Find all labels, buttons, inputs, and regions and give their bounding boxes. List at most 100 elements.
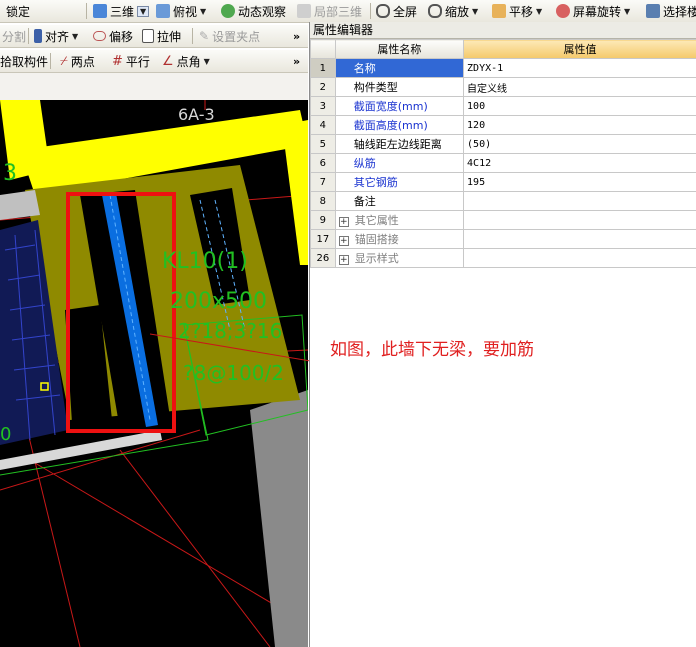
floor-slab [250,390,308,647]
align-button[interactable]: 对齐 ▼ [34,25,78,47]
table-row[interactable]: 8 备注 [310,191,696,211]
toolbar-overflow-icon[interactable]: » [293,25,300,47]
view3d-dropdown-icon[interactable]: ▼ [137,5,150,17]
magnifier-icon [428,4,442,18]
expand-icon[interactable]: + [338,255,349,265]
local3d-label: 局部三维 [314,4,363,19]
row-index: 4 [310,115,336,135]
lock-button[interactable]: 锁定 [6,0,30,22]
header-value-cell: 属性值 [463,39,696,59]
toolbar-separator [192,28,193,44]
view3d-button[interactable]: 三维 ▼ [93,0,150,22]
parallel-button[interactable]: # 平行 [112,50,150,72]
row-index: 7 [310,172,336,192]
property-name[interactable]: 截面宽度(mm) [334,96,465,116]
pan-label: 平移 [509,4,534,19]
table-row[interactable]: 2 构件类型 自定义线 [310,77,696,97]
draw-toolbar: 拾取构件 ⌿ 两点 # 平行 ∠ 点角 ▼ » [0,50,308,73]
table-row[interactable]: 6 纵筋 4C12 [310,153,696,173]
yellow-beam [282,120,308,265]
property-group[interactable]: + 锚固搭接 [334,229,465,249]
set-grip-button[interactable]: ✎ 设置夹点 [199,25,260,47]
header-index-cell [310,39,336,59]
offset-button[interactable]: 偏移 [93,25,133,47]
property-name[interactable]: 其它钢筋 [334,172,465,192]
chevron-down-icon[interactable]: ▼ [204,57,210,66]
table-row[interactable]: 4 截面高度(mm) 120 [310,115,696,135]
row-index: 5 [310,134,336,154]
pick-component-button[interactable]: 拾取构件 [0,50,48,72]
rotate-icon [556,4,570,18]
chevron-down-icon[interactable]: ▼ [536,7,542,16]
select-floor-label: 选择楼 [663,4,696,19]
zoom-button[interactable]: 缩放 ▼ [428,0,478,22]
table-row[interactable]: 9 + 其它属性 [310,210,696,230]
property-group[interactable]: + 显示样式 [334,248,465,268]
property-value[interactable]: 4C12 [463,153,696,173]
toolbar-separator [28,28,29,44]
floor-icon [646,4,660,18]
property-name[interactable]: 轴线距左边线距离 [334,134,465,154]
property-value[interactable]: 自定义线 [463,77,696,97]
canvas-header-strip [0,73,308,100]
point-angle-label: 点角 [176,54,201,69]
beam-name-label: KL10(1) [162,249,248,274]
property-name[interactable]: 备注 [334,191,465,211]
two-point-button[interactable]: ⌿ 两点 [60,50,95,72]
fullscreen-label: 全屏 [393,4,418,19]
stretch-button[interactable]: 拉伸 [142,25,181,47]
property-value[interactable]: 120 [463,115,696,135]
property-value[interactable] [463,191,696,211]
property-name[interactable]: 纵筋 [334,153,465,173]
panel-title: 属性编辑器 [310,22,696,39]
property-group[interactable]: + 其它属性 [334,210,465,230]
property-value[interactable]: (50) [463,134,696,154]
property-value [463,248,696,268]
property-value[interactable]: 100 [463,96,696,116]
table-row[interactable]: 3 截面宽度(mm) 100 [310,96,696,116]
table-row[interactable]: 1 名称 ZDYX-1 [310,58,696,78]
property-name: 锚固搭接 [354,233,399,246]
point-angle-button[interactable]: ∠ 点角 ▼ [162,50,210,72]
pan-button[interactable]: 平移 ▼ [492,0,542,22]
orbit-icon [221,4,235,18]
hand-icon [492,4,506,18]
left-label: 3 [3,161,17,186]
header-name-cell: 属性名称 [334,39,465,59]
local3d-button[interactable]: 局部三维 [297,0,362,22]
chevron-down-icon[interactable]: ▼ [624,7,630,16]
dynamic-view-label: 动态观察 [238,4,287,19]
table-row[interactable]: 5 轴线距左边线距离 (50) [310,134,696,154]
split-button[interactable]: 分割 [2,25,26,47]
chevron-down-icon[interactable]: ▼ [472,7,478,16]
select-floor-button[interactable]: 选择楼 [646,0,696,22]
table-row[interactable]: 7 其它钢筋 195 [310,172,696,192]
toolbar-overflow-icon[interactable]: » [293,50,300,72]
property-value[interactable]: 195 [463,172,696,192]
table-row[interactable]: 26 + 显示样式 [310,248,696,268]
row-index: 26 [310,248,336,268]
topview-label: 俯视 [173,4,198,19]
dynamic-view-button[interactable]: 动态观察 [221,0,286,22]
gray-wall [0,190,40,220]
chevron-down-icon[interactable]: ▼ [72,32,78,41]
align-icon [34,29,42,43]
row-index: 17 [310,229,336,249]
fullscreen-button[interactable]: 全屏 [376,0,417,22]
cube-icon [93,4,107,18]
expand-icon[interactable]: + [338,236,349,246]
zoom-label: 缩放 [445,4,470,19]
set-grip-label: 设置夹点 [212,29,261,44]
chevron-down-icon[interactable]: ▼ [200,7,206,16]
row-index: 8 [310,191,336,211]
table-row[interactable]: 17 + 锚固搭接 [310,229,696,249]
property-name[interactable]: 名称 [334,58,465,78]
row-index: 9 [310,210,336,230]
split-label: 分割 [2,29,27,44]
expand-icon[interactable]: + [338,217,349,227]
rotate-button[interactable]: 屏幕旋转 ▼ [556,0,630,22]
property-name[interactable]: 截面高度(mm) [334,115,465,135]
topview-button[interactable]: 俯视 ▼ [156,0,206,22]
property-value[interactable]: ZDYX-1 [463,58,696,78]
property-name[interactable]: 构件类型 [334,77,465,97]
